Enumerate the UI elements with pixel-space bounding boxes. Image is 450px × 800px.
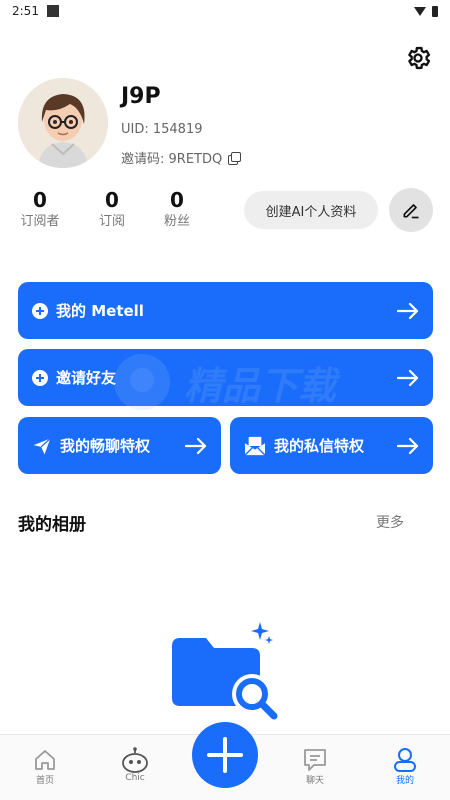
message-privilege-card[interactable]: 我的私信特权 bbox=[230, 417, 433, 474]
settings-button[interactable] bbox=[402, 42, 434, 74]
chat-icon bbox=[285, 747, 345, 773]
invite-code: 邀请码: 9RETDQ bbox=[121, 152, 223, 167]
paper-plane-icon bbox=[33, 437, 51, 454]
profile-icon bbox=[375, 747, 435, 773]
wifi-icon bbox=[414, 6, 426, 16]
empty-album-illustration bbox=[168, 620, 288, 730]
avatar[interactable] bbox=[18, 78, 108, 168]
plus-circle-icon bbox=[32, 369, 48, 386]
stat-value: 0 bbox=[105, 188, 119, 212]
avatar-illustration bbox=[18, 78, 108, 168]
plus-circle-icon bbox=[32, 302, 48, 319]
arrow-right-icon bbox=[397, 302, 419, 319]
card-label: 我的畅聊特权 bbox=[60, 437, 151, 455]
my-metell-card[interactable]: 我的 Metell bbox=[18, 282, 433, 339]
status-bar: 2:51 bbox=[0, 0, 450, 22]
notification-icon bbox=[46, 5, 59, 17]
nav-label: 我的 bbox=[395, 776, 414, 786]
gear-icon bbox=[408, 46, 431, 70]
chat-privilege-card[interactable]: 我的畅聊特权 bbox=[18, 417, 221, 474]
nav-home[interactable]: 首页 bbox=[15, 747, 75, 786]
stat-label: 粉丝 bbox=[163, 214, 190, 229]
home-icon bbox=[15, 747, 75, 773]
stat-value: 0 bbox=[170, 188, 184, 212]
nav-label: Chic bbox=[125, 773, 145, 783]
stat-label: 订阅 bbox=[98, 214, 125, 229]
mail-icon bbox=[244, 436, 266, 456]
card-label: 我的 Metell bbox=[56, 302, 144, 320]
edit-profile-button[interactable] bbox=[389, 188, 433, 232]
stat-subscriptions[interactable]: 0 订阅 bbox=[87, 188, 137, 232]
nav-chat[interactable]: 聊天 bbox=[285, 747, 345, 786]
card-label: 邀请好友 bbox=[56, 369, 117, 387]
status-time: 2:51 bbox=[12, 4, 39, 18]
pencil-icon bbox=[403, 204, 419, 219]
arrow-right-icon bbox=[397, 369, 419, 386]
invite-code-row: 邀请码: 9RETDQ bbox=[121, 148, 242, 167]
invite-friends-card[interactable]: 邀请好友 bbox=[18, 349, 433, 406]
folder-search-icon bbox=[172, 622, 278, 720]
stat-subscribers[interactable]: 0 订阅者 bbox=[15, 188, 65, 232]
copy-icon[interactable] bbox=[228, 151, 242, 165]
stat-followers[interactable]: 0 粉丝 bbox=[152, 188, 202, 232]
battery-icon bbox=[432, 5, 438, 17]
stat-label: 订阅者 bbox=[20, 214, 60, 229]
nav-label: 聊天 bbox=[305, 776, 324, 786]
nav-chic[interactable]: Chic bbox=[105, 747, 165, 783]
user-id: UID: 154819 bbox=[121, 122, 203, 137]
status-right bbox=[414, 5, 438, 17]
stat-value: 0 bbox=[33, 188, 47, 212]
nav-label: 首页 bbox=[35, 776, 54, 786]
create-button[interactable] bbox=[192, 722, 258, 788]
robot-icon bbox=[105, 747, 165, 773]
username: J9P bbox=[121, 84, 161, 109]
album-title: 我的相册 bbox=[18, 515, 86, 535]
card-label: 我的私信特权 bbox=[274, 437, 365, 455]
plus-icon bbox=[207, 737, 243, 773]
arrow-right-icon bbox=[397, 437, 419, 454]
create-ai-profile-button[interactable]: 创建AI个人资料 bbox=[244, 191, 378, 229]
nav-mine[interactable]: 我的 bbox=[375, 747, 435, 786]
album-more-link[interactable]: 更多 bbox=[376, 512, 404, 532]
status-left: 2:51 bbox=[12, 4, 59, 18]
arrow-right-icon bbox=[185, 437, 207, 454]
